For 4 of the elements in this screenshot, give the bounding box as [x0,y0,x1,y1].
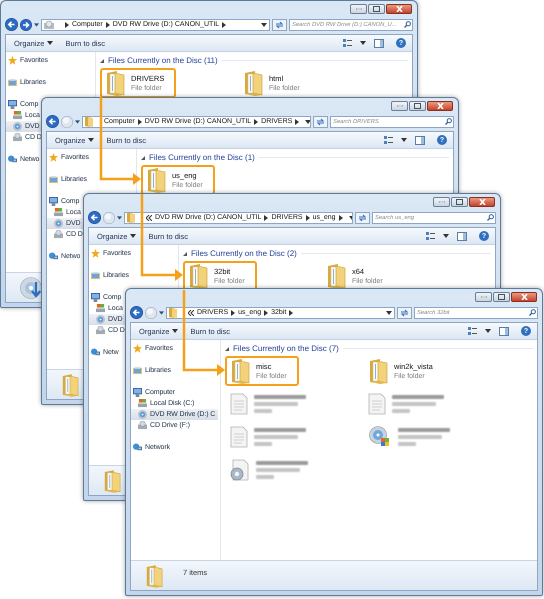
group-header[interactable]: Files Currently on the Disc (1) [149,153,255,162]
group-header[interactable]: Files Currently on the Disc (11) [108,56,218,65]
group-header[interactable]: Files Currently on the Disc (2) [191,249,297,258]
group-header[interactable]: Files Currently on the Disc (7) [233,344,339,353]
